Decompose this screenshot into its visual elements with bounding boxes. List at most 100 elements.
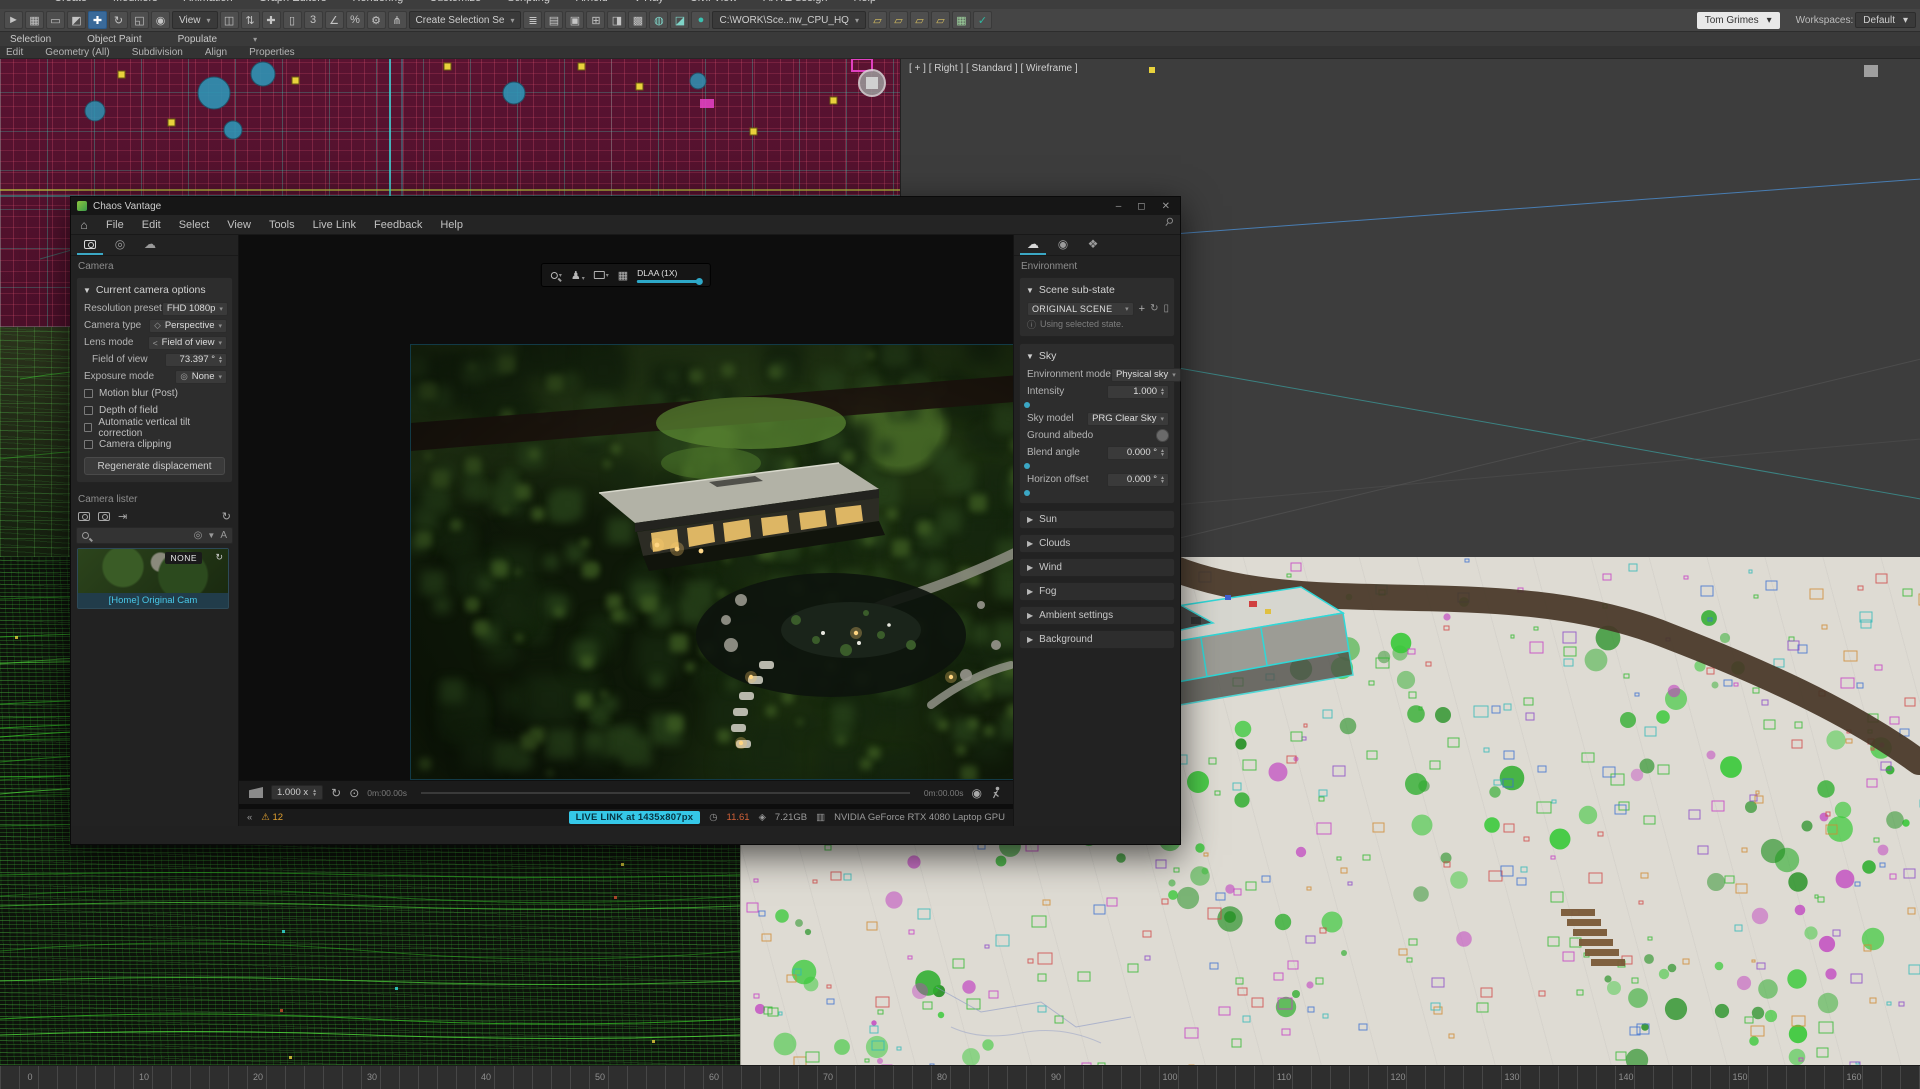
loop-icon[interactable]: ↻ bbox=[331, 786, 341, 800]
toolbar-icon[interactable]: ⚙ bbox=[367, 11, 386, 29]
max-menu-item[interactable]: Create bbox=[54, 0, 87, 4]
render-viewport-area[interactable]: ▾ ♟▾ ▾ ▦ DLAA (1X) bbox=[239, 235, 1013, 826]
menu-edit[interactable]: Edit bbox=[133, 219, 170, 231]
selection-set-dropdown[interactable]: Create Selection Se▾ bbox=[409, 11, 522, 29]
toolbar-icon[interactable]: % bbox=[346, 11, 365, 29]
sort-icon[interactable]: A bbox=[220, 530, 227, 541]
dlaa-slider[interactable] bbox=[637, 280, 701, 283]
max-menu-item[interactable]: Scripting bbox=[507, 0, 550, 4]
spinner-arrows[interactable]: ▲▼ bbox=[1160, 388, 1165, 396]
toolbar-icon[interactable]: ↻ bbox=[109, 11, 128, 29]
collapse-icon[interactable]: « bbox=[247, 812, 252, 823]
intensity-slider[interactable] bbox=[1020, 400, 1174, 410]
live-link-badge[interactable]: LIVE LINK at 1435x807px bbox=[569, 811, 701, 824]
sky-section[interactable]: ▼ Sky bbox=[1020, 347, 1174, 366]
sky-model-dropdown[interactable]: PRG Clear Sky▾ bbox=[1087, 412, 1169, 426]
toolbar-icon[interactable]: ▣ bbox=[565, 11, 584, 29]
export-camera-icon[interactable]: ⇥ bbox=[118, 510, 127, 523]
toolbar-icon[interactable]: ◩ bbox=[67, 11, 86, 29]
ribbon-tab-selection[interactable]: Selection bbox=[10, 34, 51, 45]
toolbar-icon[interactable]: ≣ bbox=[523, 11, 542, 29]
pin-icon[interactable]: ⚲ bbox=[1162, 214, 1183, 234]
clapperboard-icon[interactable] bbox=[249, 787, 263, 798]
eye-icon[interactable]: ◉ bbox=[972, 786, 982, 800]
toolbar-icon[interactable]: 3 bbox=[304, 11, 323, 29]
spinner-arrows[interactable]: ▲▼ bbox=[218, 356, 223, 364]
toolbar-icon[interactable]: ● bbox=[691, 11, 710, 29]
toolbar-icon[interactable]: ◉ bbox=[151, 11, 170, 29]
toolbar-icon[interactable]: ▯ bbox=[283, 11, 302, 29]
display-icon[interactable]: ▾ bbox=[594, 271, 609, 279]
section-fog[interactable]: ▶Fog bbox=[1019, 582, 1175, 601]
toolbar-icon[interactable]: ⇅ bbox=[241, 11, 260, 29]
spinner-arrows[interactable]: ▲▼ bbox=[1160, 449, 1165, 457]
checkbox-camera-clipping[interactable]: Camera clipping bbox=[77, 436, 232, 453]
max-menu-item[interactable]: Customize bbox=[429, 0, 481, 4]
checkbox-box[interactable] bbox=[84, 440, 93, 449]
minimize-button[interactable]: – bbox=[1116, 201, 1122, 212]
person-scale-icon[interactable]: ♟▾ bbox=[571, 269, 585, 282]
section-background[interactable]: ▶Background bbox=[1019, 630, 1175, 649]
toolbar-icon[interactable]: ◪ bbox=[670, 11, 689, 29]
toolbar-icon[interactable]: ► bbox=[4, 11, 23, 29]
tab-render[interactable]: ◎ bbox=[107, 235, 133, 255]
tab-environment[interactable]: ☁ bbox=[1020, 235, 1046, 255]
spinner-arrows[interactable]: ▲▼ bbox=[312, 789, 317, 797]
menu-file[interactable]: File bbox=[97, 219, 133, 231]
section-clouds[interactable]: ▶Clouds bbox=[1019, 534, 1175, 553]
clear-search-icon[interactable]: ◎ bbox=[194, 530, 203, 541]
viewport-label[interactable]: [ + ] [ Right ] [ Standard ] [ Wireframe… bbox=[909, 63, 1078, 74]
ribbon-tab-object-paint[interactable]: Object Paint bbox=[87, 34, 141, 45]
warning-icon[interactable]: ⚠ 12 bbox=[261, 812, 283, 823]
home-icon[interactable]: ⌂ bbox=[71, 218, 97, 232]
slider-knob[interactable] bbox=[1024, 402, 1030, 408]
ground-albedo-color-swatch[interactable] bbox=[1156, 429, 1169, 442]
lens-mode-dropdown[interactable]: <Field of view▾ bbox=[148, 336, 227, 350]
scene-substate-section[interactable]: ▼ Scene sub-state bbox=[1020, 281, 1174, 300]
max-menu-item[interactable]: Help bbox=[853, 0, 876, 4]
ribbon-panel-edit[interactable]: Edit bbox=[6, 47, 23, 58]
horizon-offset-slider[interactable] bbox=[1020, 488, 1174, 498]
scene-substate-dropdown[interactable]: ORIGINAL SCENE▾ bbox=[1027, 302, 1134, 316]
checkbox-automatic-vertical-tilt-correction[interactable]: Automatic vertical tilt correction bbox=[77, 419, 232, 436]
section-ambient-settings[interactable]: ▶Ambient settings bbox=[1019, 606, 1175, 625]
camera-search[interactable]: ◎ ▼ A bbox=[76, 527, 233, 544]
tab-environment-left[interactable]: ☁ bbox=[137, 235, 163, 255]
add-camera-icon[interactable] bbox=[78, 512, 90, 521]
checkbox-motion-blur-post-[interactable]: Motion blur (Post) bbox=[77, 385, 232, 402]
gpu-quality-icon[interactable]: ▦ bbox=[618, 269, 628, 282]
delete-state-icon[interactable]: ▯ bbox=[1163, 303, 1169, 314]
menu-tools[interactable]: Tools bbox=[260, 219, 304, 231]
toolbar-icon[interactable]: ✚ bbox=[88, 11, 107, 29]
toolbar-icon[interactable]: ▭ bbox=[46, 11, 65, 29]
checkbox-box[interactable] bbox=[84, 406, 93, 415]
path-dropdown[interactable]: C:\WORK\Sce..nw_CPU_HQ▾ bbox=[712, 11, 866, 29]
sync-icon[interactable]: ↻ bbox=[215, 552, 223, 563]
max-menu-item[interactable]: Rendering bbox=[352, 0, 403, 4]
camera-type-dropdown[interactable]: ◇Perspective▾ bbox=[149, 319, 227, 333]
ribbon-panel-properties[interactable]: Properties bbox=[249, 47, 295, 58]
playback-speed-input[interactable]: 1.000 x▲▼ bbox=[271, 785, 323, 800]
walk-mode-icon[interactable] bbox=[990, 786, 1003, 799]
view-dropdown[interactable]: View▾ bbox=[172, 11, 218, 29]
user-account-box[interactable]: Tom Grimes▾ bbox=[1697, 12, 1780, 29]
toolbar-icon[interactable]: ▦ bbox=[25, 11, 44, 29]
toolbar-icon[interactable]: ◨ bbox=[607, 11, 626, 29]
refresh-icon[interactable]: ↻ bbox=[222, 510, 231, 523]
field-of-view-input[interactable]: 73.397 °▲▼ bbox=[165, 353, 227, 367]
ribbon-panel-subdivision[interactable]: Subdivision bbox=[132, 47, 183, 58]
menu-feedback[interactable]: Feedback bbox=[365, 219, 431, 231]
toolbar-icon[interactable]: ▱ bbox=[868, 11, 887, 29]
playback-timeline[interactable] bbox=[421, 792, 910, 794]
maximize-button[interactable]: ◻ bbox=[1137, 201, 1145, 212]
chaos-vantage-window[interactable]: Chaos Vantage – ◻ ✕ ⌂ File Edit Select V… bbox=[70, 196, 1181, 845]
menu-view[interactable]: View bbox=[218, 219, 260, 231]
checkbox-box[interactable] bbox=[84, 423, 92, 432]
toolbar-icon[interactable]: ▱ bbox=[889, 11, 908, 29]
close-button[interactable]: ✕ bbox=[1162, 201, 1170, 212]
camera-options-section[interactable]: ▼ Current camera options bbox=[77, 281, 232, 300]
horizon-offset-input[interactable]: 0.000 °▲▼ bbox=[1107, 473, 1169, 487]
checkbox-box[interactable] bbox=[84, 389, 93, 398]
toolbar-icon[interactable]: ◍ bbox=[649, 11, 668, 29]
workspace-dropdown[interactable]: Default▾ bbox=[1855, 12, 1916, 28]
